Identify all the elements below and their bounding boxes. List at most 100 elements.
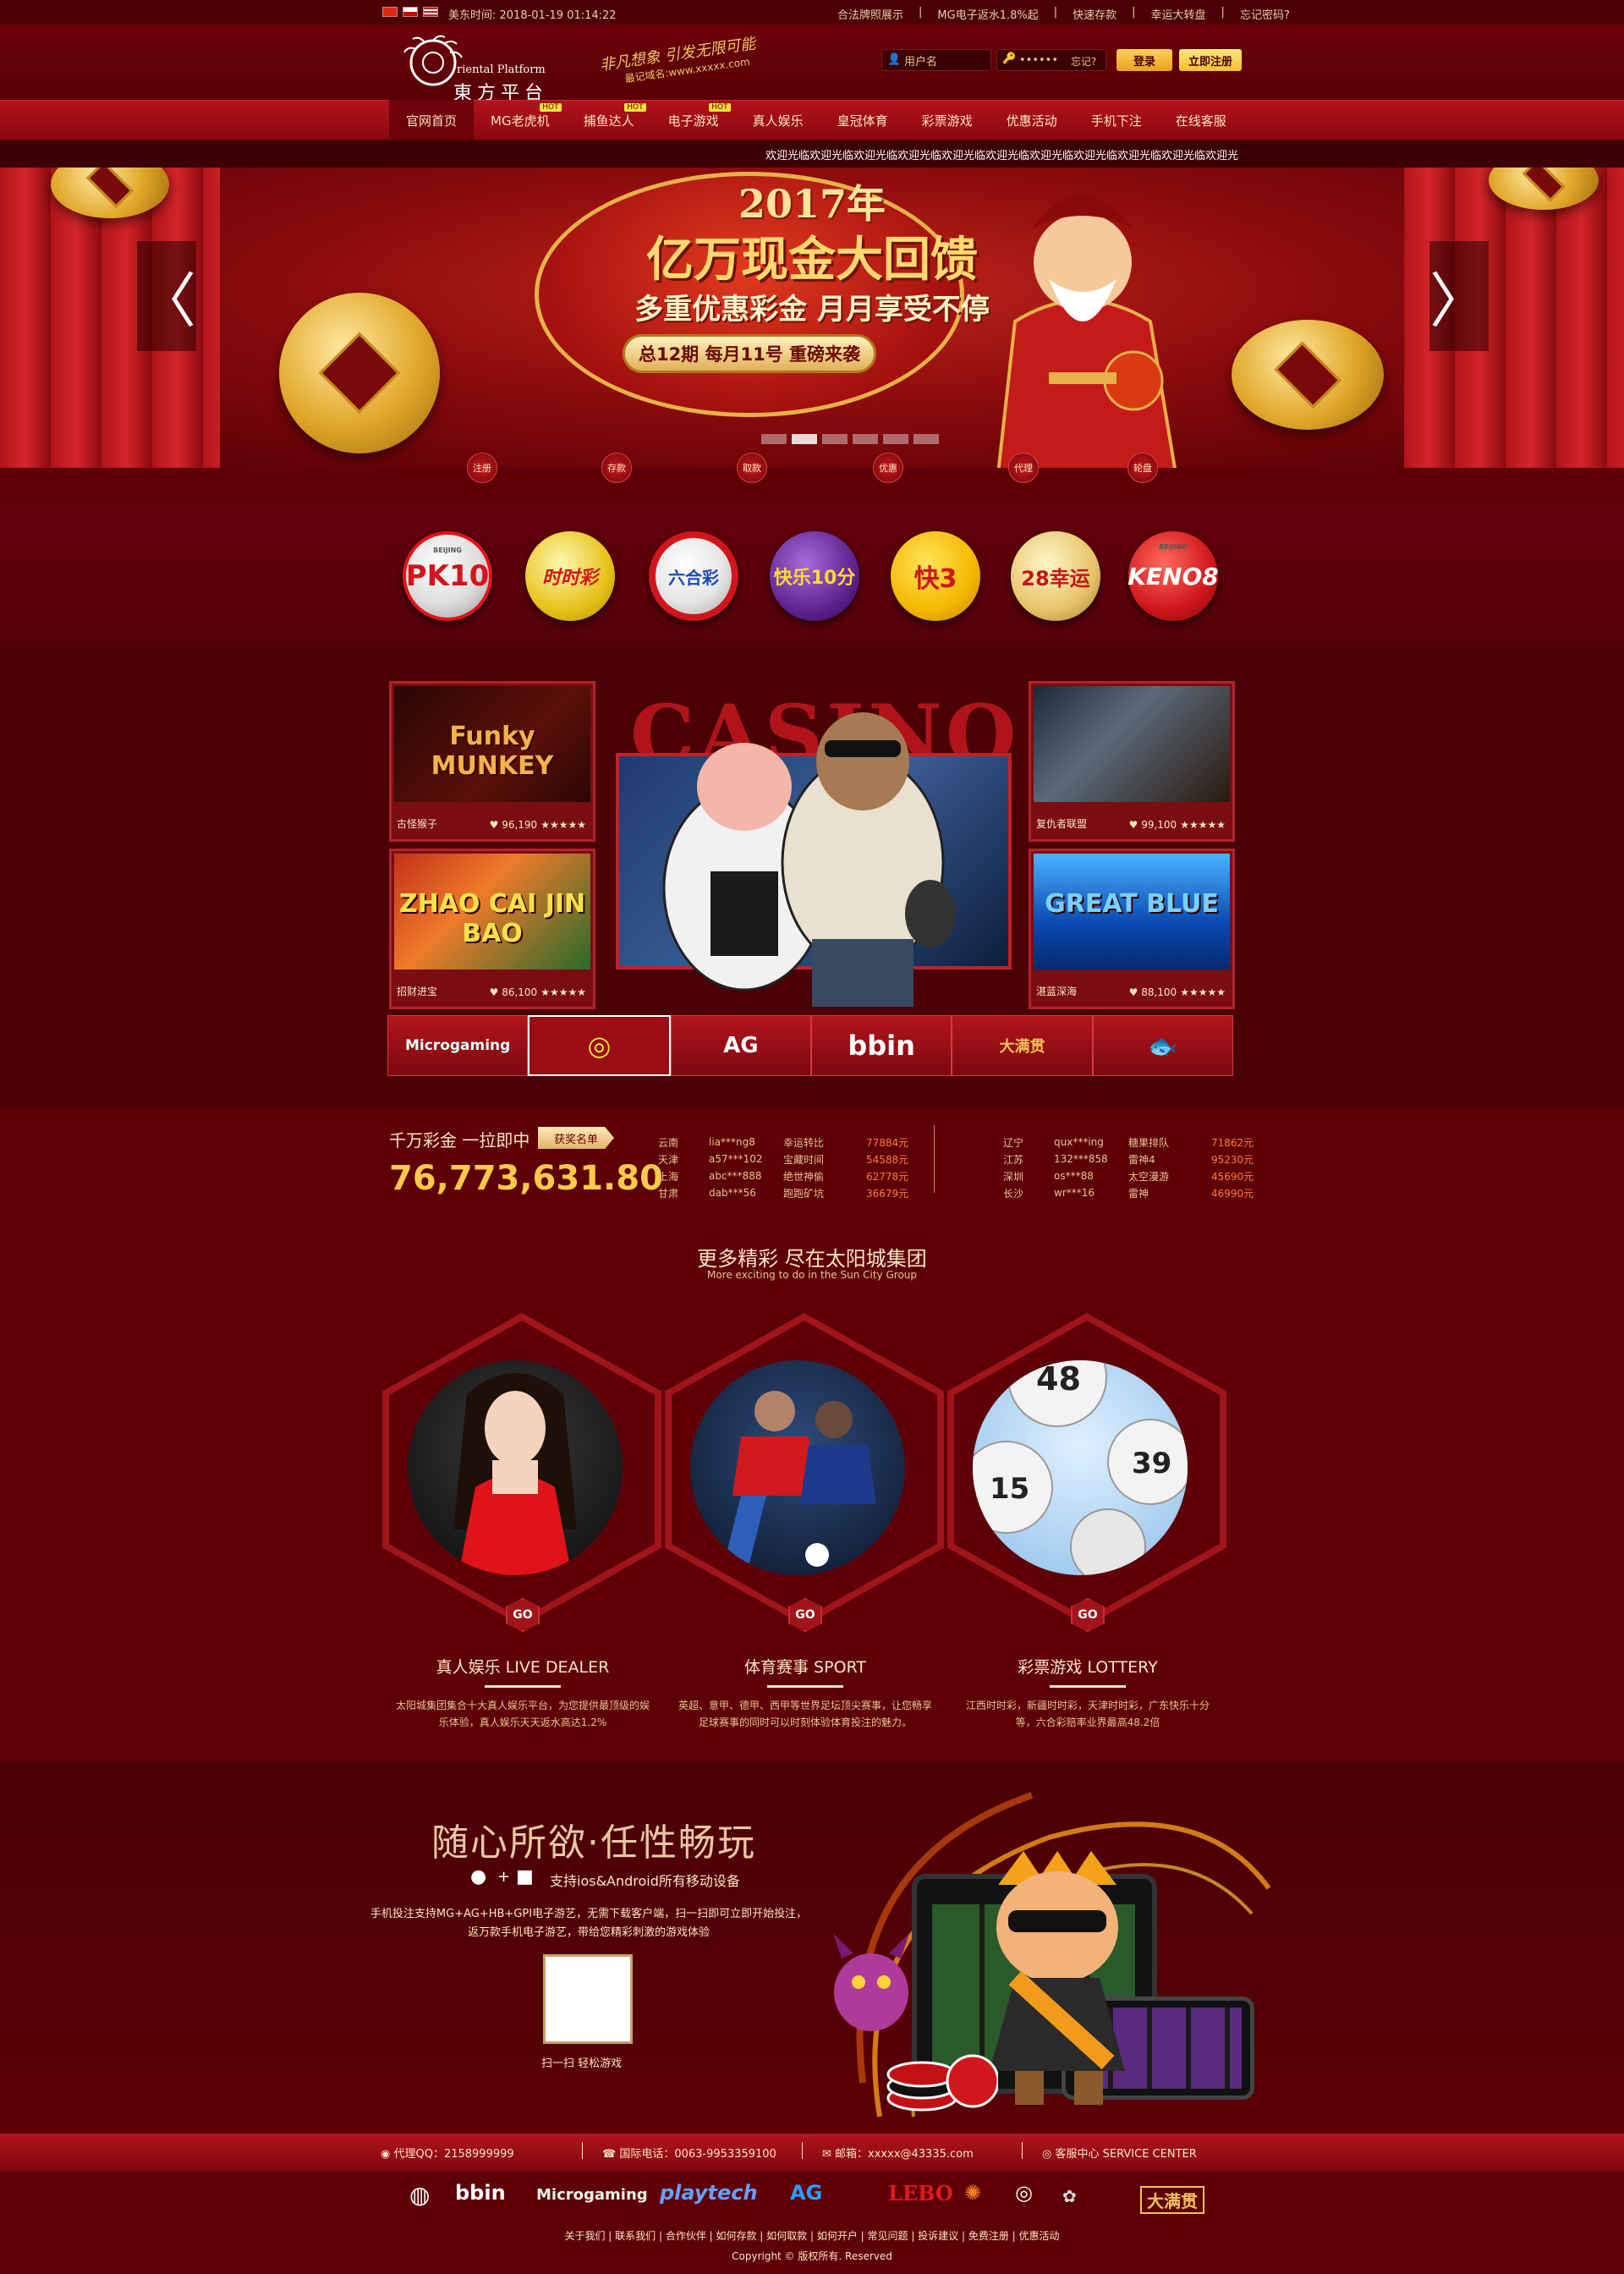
winners-list-button[interactable]: 获奖名单 (538, 1127, 614, 1149)
winner-cell: 绝世神偷 (783, 1170, 825, 1183)
lottery-ball[interactable]: 28幸运 (1011, 531, 1100, 621)
mail-icon: ✉ (822, 2148, 836, 2161)
divider: | (919, 6, 923, 19)
service-center[interactable]: ◎ 客服中心 SERVICE CENTER (1042, 2145, 1197, 2161)
flag-cn-icon[interactable] (382, 7, 398, 17)
category-title: 体育赛事 SPORT (744, 1658, 866, 1677)
provider-tab[interactable]: Microgaming (387, 1015, 529, 1076)
footer-links[interactable]: 关于我们 | 联系我们 | 合作伙伴 | 如何存款 | 如何取款 | 如何开户 … (0, 2228, 1624, 2243)
winner-cell: 上海 (658, 1170, 679, 1183)
game-thumbnail-title: Funky MUNKEY (431, 722, 554, 781)
heart-icon[interactable]: ♥ (1129, 819, 1142, 831)
provider-tab[interactable]: ◎ (528, 1015, 671, 1076)
register-button[interactable]: 立即注册 (1179, 49, 1242, 71)
lottery-ball[interactable]: 六合彩 (649, 531, 738, 621)
mg-rebate-link[interactable]: MG电子返水1.8%起 (937, 6, 1038, 22)
game-card[interactable]: Funky MUNKEY 古怪猴子 ♥ 96,190 ★★★★★ (389, 681, 595, 842)
quick-link[interactable]: 取款 (737, 453, 767, 483)
heart-icon[interactable]: ♥ (490, 986, 502, 998)
quick-link[interactable]: 轮盘 (1127, 453, 1158, 483)
winner-row: 甘肃 dab***56 跑跑矿坑 36679元 (658, 1184, 919, 1201)
nav-item[interactable]: 皇冠体育 (820, 100, 905, 140)
phone-icon: ☎ (602, 2148, 620, 2161)
quick-link[interactable]: 优惠 (873, 453, 903, 483)
provider-tab[interactable]: 🐟 (1092, 1015, 1233, 1076)
banner-dot[interactable] (853, 434, 878, 444)
contact-bar (0, 2134, 1624, 2172)
winner-cell: 辽宁 (1003, 1136, 1024, 1149)
lucky-wheel-link[interactable]: 幸运大转盘 (1151, 6, 1206, 22)
lottery-ball[interactable]: KENO8 BEIJING (1127, 531, 1219, 621)
football-players-icon (724, 1391, 876, 1567)
winner-row: 云南 lia***ng8 幸运转比 77884元 (658, 1134, 919, 1151)
nav-item[interactable]: MG老虎机 HOT (474, 100, 567, 140)
sport-hexagon[interactable] (665, 1313, 944, 1626)
banner-dot[interactable] (914, 434, 939, 444)
lottery-ball[interactable]: 时时彩 (525, 531, 615, 621)
banner-dot[interactable] (822, 434, 848, 444)
nav-label: 电子游戏 (667, 113, 719, 129)
quick-link[interactable]: 代理 (1008, 453, 1039, 483)
game-thumbnail: GREAT BLUE (1034, 854, 1230, 969)
quick-deposit-link[interactable]: 快速存款 (1073, 6, 1116, 22)
game-card[interactable]: ZHAO CAI JIN BAO 招财进宝 ♥ 86,100 ★★★★★ (389, 849, 595, 1009)
username-input[interactable]: 👤 用户名 (881, 49, 991, 71)
nav-item[interactable]: 手机下注 (1074, 100, 1159, 140)
flag-us-icon[interactable] (423, 7, 438, 17)
nav-label: MG老虎机 (491, 113, 550, 129)
game-likes: 99,100 (1141, 819, 1177, 831)
banner-next-arrow[interactable]: 〉 (1429, 241, 1489, 351)
quick-link[interactable]: 存款 (601, 453, 632, 483)
heart-icon[interactable]: ♥ (490, 819, 502, 831)
nav-item[interactable]: 在线客服 (1159, 100, 1243, 140)
flag-hk-icon[interactable] (403, 7, 418, 17)
nav-item[interactable]: 优惠活动 (990, 100, 1074, 140)
provider-tab[interactable]: 大满贯 (952, 1015, 1093, 1076)
game-card[interactable]: 复仇者联盟 ♥ 99,100 ★★★★★ (1029, 681, 1235, 842)
lottery-label: KENO8 (1127, 562, 1219, 590)
game-name: 古怪猴子 (397, 818, 438, 830)
game-name: 招财进宝 (397, 986, 438, 997)
winner-row: 上海 abc***888 绝世神偷 62778元 (658, 1167, 919, 1184)
winner-cell: 95230元 (1211, 1153, 1254, 1166)
login-button[interactable]: 登录 (1116, 49, 1172, 71)
agent-qq[interactable]: ◉ 代理QQ：2158999999 (381, 2145, 514, 2161)
forgot-password-link[interactable]: 忘记密码? (1240, 6, 1290, 22)
winner-cell: 天津 (658, 1153, 679, 1166)
provider-tabs: Microgaming ◎ AG bbin 大满贯 🐟 (387, 1015, 1233, 1076)
lottery-ball[interactable]: 快3 (891, 531, 980, 621)
provider-tab[interactable]: bbin (810, 1015, 952, 1076)
nav-item[interactable]: 彩票游戏 (905, 100, 990, 140)
banner-prev-arrow[interactable]: 〈 (137, 241, 196, 351)
qr-code[interactable] (543, 1954, 633, 2044)
winner-row: 辽宁 qux***ing 糖果排队 71862元 (1003, 1134, 1264, 1151)
live-dealer-hexagon[interactable] (382, 1313, 661, 1626)
lottery-hexagon[interactable]: 48 39 15 (947, 1313, 1226, 1626)
top-links: 合法牌照展示 | MG电子返水1.8%起 | 快速存款 | 幸运大转盘 | 忘记… (837, 6, 1290, 22)
winner-cell: a57***102 (709, 1153, 763, 1165)
intl-phone[interactable]: ☎ 国际电话：0063-9953359100 (602, 2145, 776, 2161)
license-link[interactable]: 合法牌照展示 (837, 6, 903, 22)
dealer-woman-icon (453, 1373, 577, 1575)
banner-dot[interactable] (883, 434, 908, 444)
nav-item[interactable]: 电子游戏 HOT (651, 100, 736, 140)
email[interactable]: ✉ 邮箱：xxxxx@43335.com (822, 2145, 974, 2161)
heart-icon[interactable]: ♥ (1129, 986, 1142, 998)
nav-item[interactable]: 真人娱乐 (736, 100, 820, 140)
nav-item[interactable]: 官网首页 (389, 100, 475, 140)
winner-cell: 36679元 (866, 1187, 909, 1200)
lottery-ball[interactable]: PK10 BEIJING (403, 531, 492, 621)
provider-logo: Microgaming (404, 1037, 511, 1054)
game-card[interactable]: GREAT BLUE 湛蓝深海 ♥ 88,100 ★★★★★ (1029, 849, 1235, 1009)
provider-tab[interactable]: AG (670, 1015, 811, 1076)
quick-link[interactable]: 注册 (467, 453, 497, 483)
banner-dot[interactable] (792, 434, 817, 444)
gold-coin-icon (1232, 320, 1384, 430)
lottery-image: 48 39 15 (973, 1360, 1188, 1575)
banner-dot[interactable] (761, 434, 787, 444)
game-thumbnail (1034, 686, 1230, 802)
forgot-link[interactable]: 忘记? (1071, 54, 1096, 69)
nav-item[interactable]: 捕鱼达人 HOT (567, 100, 651, 140)
lottery-ball[interactable]: 快乐10分 (770, 531, 859, 621)
lottery-sublabel: BEIJING (433, 547, 462, 554)
